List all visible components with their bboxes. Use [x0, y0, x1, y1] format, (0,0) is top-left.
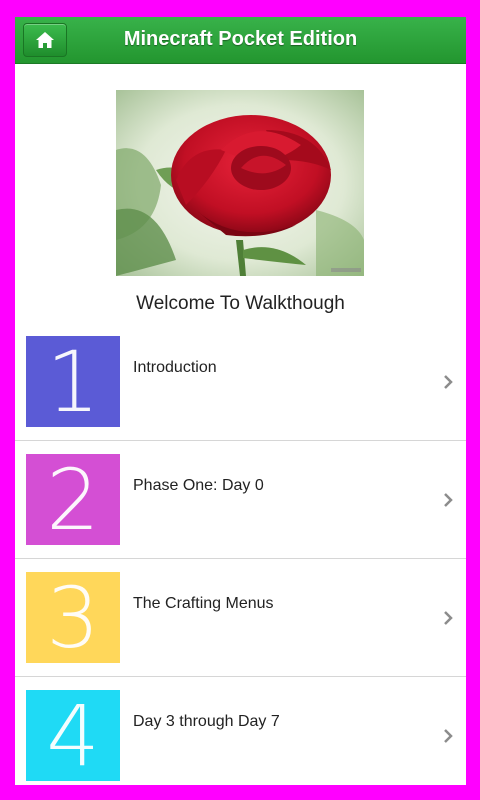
item-label: Phase One: Day 0: [133, 477, 264, 494]
item-number: 4: [46, 686, 100, 785]
home-button[interactable]: [23, 23, 67, 57]
walkthrough-list: 1 Introduction 2 Phase One: Day 0 3 The …: [15, 323, 466, 785]
item-label: Introduction: [133, 359, 217, 376]
chevron-right-icon: [444, 611, 453, 625]
chevron-right-icon: [444, 375, 453, 389]
item-number: 1: [46, 332, 100, 431]
item-label: Day 3 through Day 7: [133, 713, 280, 730]
item-number: 3: [46, 568, 100, 667]
item-number-thumb: 3: [26, 572, 120, 663]
list-item[interactable]: 2 Phase One: Day 0: [15, 441, 466, 559]
item-number: 2: [46, 450, 100, 549]
item-number-thumb: 1: [26, 336, 120, 427]
list-item[interactable]: 3 The Crafting Menus: [15, 559, 466, 677]
item-number-thumb: 2: [26, 454, 120, 545]
item-number-thumb: 4: [26, 690, 120, 781]
page-title: Minecraft Pocket Edition: [123, 28, 358, 50]
list-item[interactable]: 4 Day 3 through Day 7: [15, 677, 466, 785]
item-label: The Crafting Menus: [133, 595, 274, 612]
chevron-right-icon: [444, 729, 453, 743]
app-frame: Minecraft Pocket Edition Welcome To Walk…: [15, 17, 466, 785]
welcome-heading: Welcome To Walkthough: [136, 293, 345, 314]
chevron-right-icon: [444, 493, 453, 507]
list-item[interactable]: 1 Introduction: [15, 323, 466, 441]
rose-image: [116, 90, 364, 276]
home-icon: [36, 32, 54, 48]
header-bar: Minecraft Pocket Edition: [15, 17, 466, 64]
